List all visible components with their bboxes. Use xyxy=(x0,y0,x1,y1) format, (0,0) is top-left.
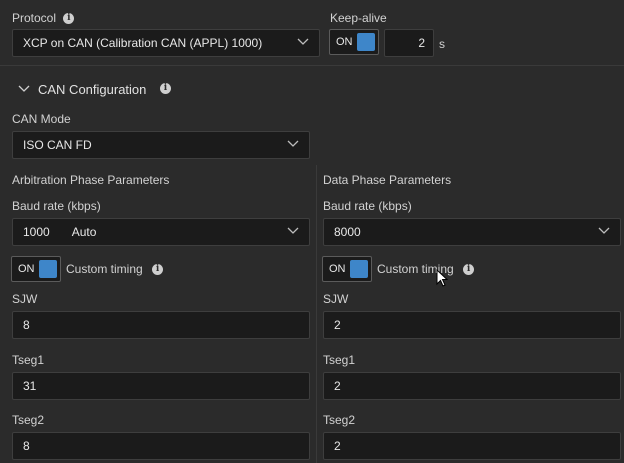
chevron-down-icon xyxy=(598,227,610,234)
data-phase-baud-value: 8000 xyxy=(334,225,361,239)
toggle-knob xyxy=(39,260,57,278)
protocol-select-value: XCP on CAN (Calibration CAN (APPL) 1000) xyxy=(23,36,263,50)
data-phase-tseg1-input[interactable]: 2 xyxy=(323,372,621,400)
chevron-down-icon xyxy=(287,227,299,234)
keepalive-unit: s xyxy=(439,37,445,51)
info-icon[interactable]: i xyxy=(160,83,171,94)
keepalive-value: 2 xyxy=(418,36,425,50)
data-phase-tseg2-value: 2 xyxy=(334,439,341,453)
chevron-down-icon xyxy=(297,38,309,45)
toggle-knob xyxy=(350,260,368,278)
toggle-knob xyxy=(357,33,375,51)
keepalive-toggle-label: ON xyxy=(336,36,353,48)
protocol-label: Protocol xyxy=(12,11,57,25)
arbitration-tseg2-value: 8 xyxy=(23,439,30,453)
arbitration-tseg2-input[interactable]: 8 xyxy=(12,432,310,460)
data-phase-custom-timing-row: Custom timing i xyxy=(377,262,475,276)
data-phase-toggle-label: ON xyxy=(329,263,346,275)
arbitration-sjw-label: SJW xyxy=(12,292,38,306)
data-phase-tseg1-label: Tseg1 xyxy=(323,353,356,367)
data-phase-sjw-input[interactable]: 2 xyxy=(323,311,621,339)
data-phase-sjw-label: SJW xyxy=(323,292,349,306)
data-phase-baud-label: Baud rate (kbps) xyxy=(323,199,412,213)
data-phase-sjw-value: 2 xyxy=(334,318,341,332)
arbitration-title: Arbitration Phase Parameters xyxy=(12,173,170,187)
column-divider xyxy=(316,165,317,463)
arbitration-sjw-value: 8 xyxy=(23,318,30,332)
chevron-down-icon xyxy=(287,140,299,147)
arbitration-custom-timing-toggle[interactable]: ON xyxy=(11,256,61,282)
keepalive-toggle[interactable]: ON xyxy=(329,29,379,55)
arbitration-sjw-input[interactable]: 8 xyxy=(12,311,310,339)
protocol-label-row: Protocol i xyxy=(12,11,75,25)
data-phase-tseg1-value: 2 xyxy=(334,379,341,393)
arbitration-custom-timing-label: Custom timing xyxy=(66,262,143,276)
can-mode-value: ISO CAN FD xyxy=(23,138,92,152)
info-icon[interactable]: i xyxy=(463,264,475,276)
mouse-cursor-icon xyxy=(436,269,448,287)
data-phase-custom-timing-toggle[interactable]: ON xyxy=(322,256,372,282)
can-mode-select[interactable]: ISO CAN FD xyxy=(12,131,310,159)
arbitration-baud-label: Baud rate (kbps) xyxy=(12,199,101,213)
arbitration-tseg1-input[interactable]: 31 xyxy=(12,372,310,400)
can-configuration-title: CAN Configuration xyxy=(38,82,147,97)
arbitration-baud-value: 1000 xyxy=(23,225,50,239)
data-phase-baud-select[interactable]: 8000 xyxy=(323,218,621,246)
keepalive-label: Keep-alive xyxy=(330,11,387,25)
can-configuration-header[interactable]: CAN Configuration i xyxy=(0,74,624,104)
arbitration-baud-select[interactable]: 1000 Auto xyxy=(12,218,310,246)
data-phase-tseg2-label: Tseg2 xyxy=(323,413,356,427)
arbitration-baud-extra: Auto xyxy=(71,225,97,239)
arbitration-tseg1-label: Tseg1 xyxy=(12,353,45,367)
protocol-select[interactable]: XCP on CAN (Calibration CAN (APPL) 1000) xyxy=(12,29,320,57)
info-icon[interactable]: i xyxy=(152,264,164,276)
chevron-down-icon xyxy=(18,85,30,92)
arbitration-custom-timing-row: Custom timing i xyxy=(66,262,164,276)
arbitration-tseg2-label: Tseg2 xyxy=(12,413,45,427)
data-phase-tseg2-input[interactable]: 2 xyxy=(323,432,621,460)
arbitration-toggle-label: ON xyxy=(18,263,35,275)
info-icon[interactable]: i xyxy=(63,13,75,25)
arbitration-tseg1-value: 31 xyxy=(23,379,37,393)
keepalive-input[interactable]: 2 xyxy=(384,29,434,57)
data-phase-title: Data Phase Parameters xyxy=(323,173,452,187)
can-mode-label: CAN Mode xyxy=(12,112,71,126)
